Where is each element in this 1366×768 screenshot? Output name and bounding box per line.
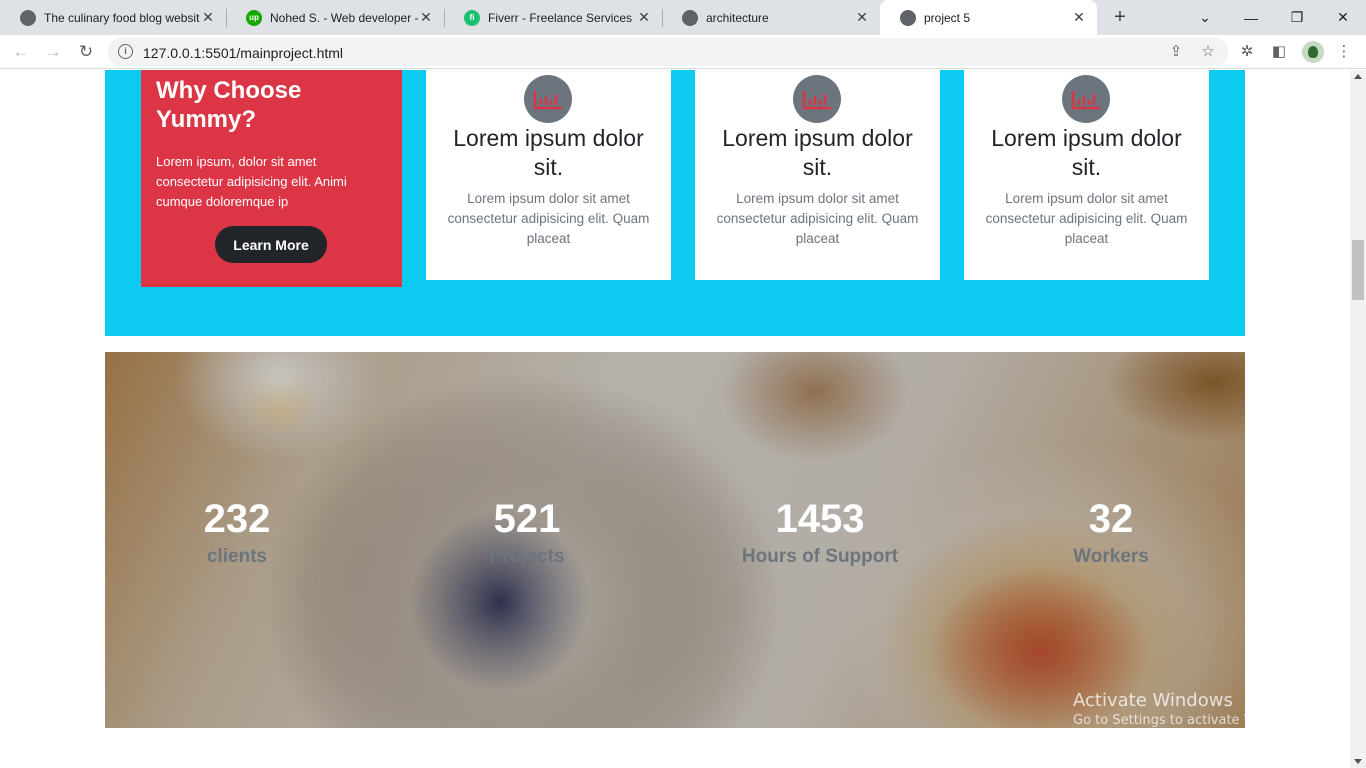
stat-label: Workers	[1073, 546, 1149, 567]
reload-button[interactable]: ↻	[74, 40, 98, 64]
why-choose-text: Lorem ipsum, dolor sit amet consectetur …	[156, 154, 347, 209]
upwork-icon: up	[246, 9, 262, 26]
tab-architecture[interactable]: architecture ✕	[662, 0, 880, 35]
tab-fiverr[interactable]: fi Fiverr - Freelance Services Marketpla…	[444, 0, 662, 35]
close-icon[interactable]: ✕	[418, 9, 434, 26]
address-bar[interactable]: i 127.0.0.1:5501/mainproject.html ⇪ ☆	[108, 38, 1228, 66]
globe-icon	[682, 9, 698, 26]
why-choose-title: Why Choose Yummy?	[156, 77, 302, 133]
stat-label: Hours of Support	[741, 546, 899, 567]
profile-avatar[interactable]	[1302, 41, 1324, 63]
feature-card-text: Lorem ipsum dolor sit amet consectetur a…	[985, 191, 1188, 246]
close-icon[interactable]: ✕	[854, 9, 870, 26]
feature-card-text: Lorem ipsum dolor sit amet consectetur a…	[716, 191, 919, 246]
close-icon[interactable]: ✕	[200, 9, 216, 26]
tab-search-button[interactable]: ⌄	[1182, 0, 1228, 35]
activate-windows-watermark: Activate Windows Go to Settings to activ…	[1073, 690, 1306, 728]
bar-chart-icon	[793, 75, 841, 123]
page-scrollbar[interactable]	[1350, 70, 1366, 768]
new-tab-button[interactable]: +	[1108, 4, 1132, 30]
back-button[interactable]: ←	[9, 40, 33, 64]
share-icon[interactable]: ⇪	[1167, 43, 1185, 61]
bookmark-star-icon[interactable]: ☆	[1199, 43, 1217, 61]
why-choose-box: Why Choose Yummy? Lorem ipsum, dolor sit…	[141, 70, 402, 287]
tab-project-5[interactable]: project 5 ✕	[880, 0, 1097, 35]
why-choose-section: Why Choose Yummy? Lorem ipsum, dolor sit…	[105, 70, 1245, 336]
url-text[interactable]: 127.0.0.1:5501/mainproject.html	[143, 45, 343, 61]
extensions-puzzle-icon[interactable]: ✲	[1237, 42, 1257, 62]
scroll-thumb[interactable]	[1352, 240, 1364, 300]
close-icon[interactable]: ✕	[1071, 9, 1087, 26]
scroll-down-arrow-icon[interactable]	[1354, 759, 1362, 764]
side-panel-icon[interactable]: ◧	[1269, 42, 1289, 62]
tab-strip: The culinary food blog website ✕ up Nohe…	[0, 0, 1366, 35]
tab-culinary-blog[interactable]: The culinary food blog website ✕	[0, 0, 226, 35]
stat-projects: 521 Projects	[407, 492, 647, 570]
forward-button[interactable]: →	[41, 40, 65, 64]
stat-value: 32	[1088, 497, 1134, 541]
globe-icon	[20, 9, 36, 26]
bar-chart-icon	[1062, 75, 1110, 123]
stat-hours-of-support: 1453 Hours of Support	[700, 492, 940, 570]
menu-kebab-icon[interactable]: ⋮	[1334, 42, 1354, 62]
stat-value: 232	[203, 497, 271, 541]
browser-toolbar: ← → ↻ i 127.0.0.1:5501/mainproject.html …	[0, 35, 1366, 69]
tab-upwork[interactable]: up Nohed S. - Web developer - Upwork ✕	[226, 0, 444, 35]
feature-card: Lorem ipsum dolor sit. Lorem ipsum dolor…	[964, 70, 1209, 280]
feature-card-title: Lorem ipsum dolor sit.	[453, 125, 644, 180]
feature-card-title: Lorem ipsum dolor sit.	[991, 125, 1182, 180]
learn-more-button[interactable]: Learn More	[215, 226, 327, 263]
close-window-button[interactable]: ✕	[1320, 0, 1366, 35]
fiverr-icon: fi	[464, 9, 480, 26]
watermark-subtitle: Go to Settings to activate Windows.	[1073, 713, 1306, 728]
close-icon[interactable]: ✕	[636, 9, 652, 26]
restore-button[interactable]: ❐	[1274, 0, 1320, 35]
feature-card-title: Lorem ipsum dolor sit.	[722, 125, 913, 180]
stat-label: clients	[206, 546, 268, 567]
tab-title: project 5	[924, 10, 971, 25]
page-viewport: Why Choose Yummy? Lorem ipsum, dolor sit…	[0, 70, 1350, 768]
watermark-title: Activate Windows	[1073, 690, 1233, 711]
feature-card: Lorem ipsum dolor sit. Lorem ipsum dolor…	[426, 70, 671, 280]
bar-chart-icon	[524, 75, 572, 123]
site-info-icon[interactable]: i	[118, 44, 133, 59]
stat-value: 1453	[775, 497, 865, 541]
stat-value: 521	[493, 497, 561, 541]
stat-workers: 32 Workers	[991, 492, 1231, 570]
feature-card: Lorem ipsum dolor sit. Lorem ipsum dolor…	[695, 70, 940, 280]
tab-title: architecture	[706, 10, 769, 25]
globe-icon	[900, 9, 916, 26]
tab-title: The culinary food blog website	[44, 10, 200, 25]
scroll-up-arrow-icon[interactable]	[1354, 74, 1362, 79]
tab-title: Nohed S. - Web developer - Upwork	[270, 10, 418, 25]
feature-card-text: Lorem ipsum dolor sit amet consectetur a…	[447, 191, 650, 246]
tab-title: Fiverr - Freelance Services Marketplace	[488, 10, 636, 25]
stat-clients: 232 clients	[117, 492, 357, 570]
minimize-button[interactable]: —	[1228, 0, 1274, 35]
stat-label: Projects	[489, 546, 565, 567]
stats-section: 232 clients 521 Projects 1453 Hours of S…	[105, 352, 1245, 728]
